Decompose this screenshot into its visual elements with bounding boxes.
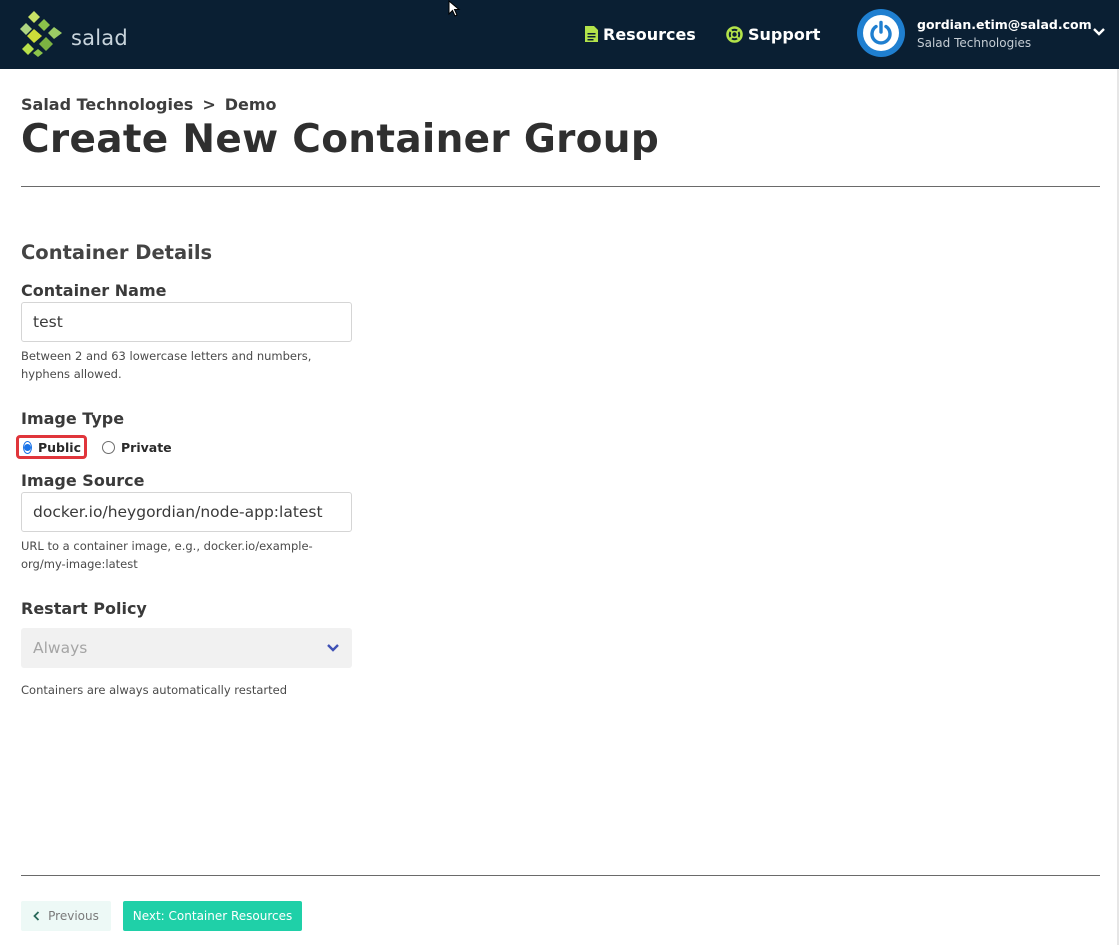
salad-logo-icon[interactable] bbox=[20, 9, 64, 57]
user-organization: Salad Technologies bbox=[917, 36, 1032, 50]
image-type-label: Image Type bbox=[21, 409, 125, 428]
breadcrumb-org[interactable]: Salad Technologies bbox=[21, 95, 193, 114]
lifebuoy-icon bbox=[726, 25, 743, 43]
top-navigation-bar: salad Resources Support gordian.etim@sal… bbox=[0, 0, 1119, 69]
image-source-input[interactable] bbox=[21, 492, 352, 532]
divider bbox=[21, 186, 1100, 187]
image-source-help: URL to a container image, e.g., docker.i… bbox=[21, 539, 313, 571]
nav-resources-label: Resources bbox=[603, 24, 696, 44]
power-icon bbox=[870, 20, 892, 45]
divider bbox=[21, 875, 1100, 876]
breadcrumb-separator: > bbox=[202, 95, 216, 114]
private-radio[interactable] bbox=[102, 440, 115, 454]
next-button-label: Next: Container Resources bbox=[132, 909, 293, 923]
image-type-private-option[interactable]: Private bbox=[102, 435, 172, 459]
previous-button-label: Previous bbox=[48, 909, 99, 923]
restart-policy-select[interactable]: Always bbox=[21, 628, 352, 668]
container-name-help: Between 2 and 63 lowercase letters and n… bbox=[21, 349, 312, 381]
container-name-input[interactable] bbox=[21, 302, 352, 342]
nav-resources-link[interactable]: Resources bbox=[585, 24, 696, 44]
nav-support-label: Support bbox=[748, 24, 821, 44]
nav-support-link[interactable]: Support bbox=[726, 24, 820, 44]
breadcrumb: Salad Technologies > Demo bbox=[21, 95, 277, 114]
public-radio-label: Public bbox=[38, 439, 81, 455]
user-email: gordian.etim@salad.com bbox=[917, 17, 1092, 32]
next-container-resources-button[interactable]: Next: Container Resources bbox=[123, 901, 302, 931]
image-source-label: Image Source bbox=[21, 471, 145, 490]
previous-button[interactable]: Previous bbox=[21, 901, 111, 931]
mouse-cursor-icon bbox=[448, 0, 461, 17]
restart-policy-label: Restart Policy bbox=[21, 599, 147, 618]
public-radio[interactable] bbox=[23, 440, 32, 454]
restart-policy-value: Always bbox=[33, 639, 88, 657]
restart-policy-help: Containers are always automatically rest… bbox=[21, 683, 288, 697]
logo-text: salad bbox=[71, 26, 128, 50]
chevron-down-icon bbox=[327, 644, 339, 652]
breadcrumb-project[interactable]: Demo bbox=[225, 95, 277, 114]
section-title: Container Details bbox=[21, 241, 213, 264]
private-radio-label: Private bbox=[121, 439, 172, 455]
document-icon bbox=[585, 26, 598, 42]
container-name-label: Container Name bbox=[21, 281, 167, 300]
chevron-down-icon[interactable] bbox=[1092, 27, 1106, 37]
avatar[interactable] bbox=[857, 9, 905, 57]
image-type-public-option[interactable]: Public bbox=[16, 435, 87, 459]
page-title: Create New Container Group bbox=[21, 117, 660, 162]
chevron-left-icon bbox=[33, 911, 40, 921]
